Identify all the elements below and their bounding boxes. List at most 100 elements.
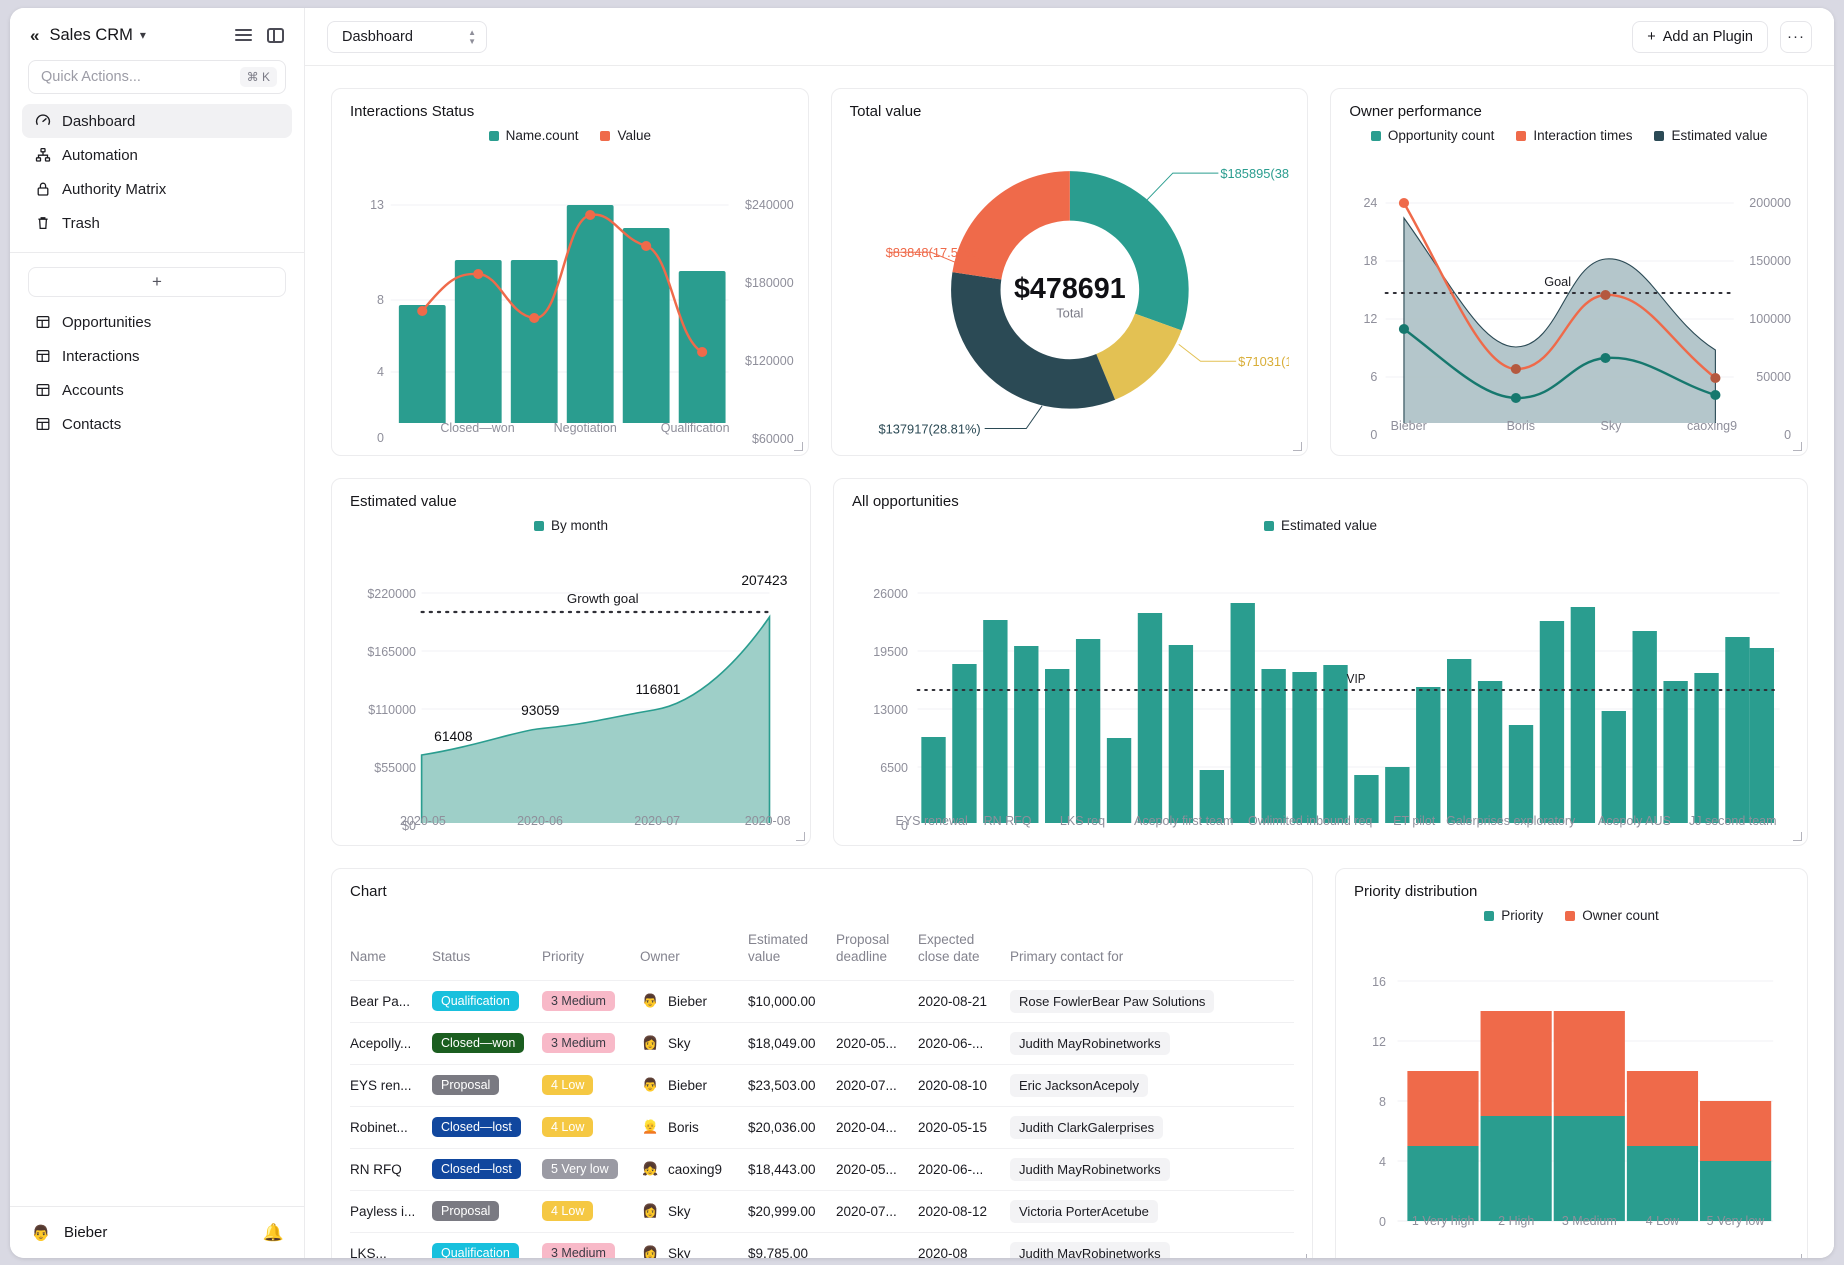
- column-header-estimated-value[interactable]: Estimated value: [748, 922, 836, 980]
- table-row[interactable]: RN RFQ Closed—lost 5 Very low 👧caoxing9 …: [350, 1148, 1294, 1190]
- sidebar-item-label: Automation: [62, 147, 138, 164]
- chevron-down-icon[interactable]: ▾: [140, 28, 146, 42]
- column-header-owner[interactable]: Owner: [640, 922, 748, 980]
- dashboard-row-3: Chart Name Status Priority Owner Estimat…: [331, 868, 1808, 1258]
- resize-handle[interactable]: [1293, 442, 1302, 451]
- sidebar-item-accounts[interactable]: Accounts: [22, 373, 292, 407]
- table-row[interactable]: LKS... Qualification 3 Medium 👩Sky $9,78…: [350, 1232, 1294, 1258]
- sidebar-item-automation[interactable]: Automation: [22, 138, 292, 172]
- resize-handle[interactable]: [796, 832, 805, 841]
- keyboard-shortcut-hint: ⌘ K: [240, 67, 277, 87]
- table-row[interactable]: Bear Pa... Qualification 3 Medium 👨Biebe…: [350, 980, 1294, 1022]
- legend-item[interactable]: By month: [534, 518, 608, 533]
- card-title: Interactions Status: [350, 103, 790, 120]
- chart-legend: Opportunity count Interaction times Esti…: [1349, 128, 1789, 143]
- cell-estimated-value: $20,036.00: [748, 1106, 836, 1148]
- panel-toggle-icon[interactable]: [264, 24, 286, 46]
- sidebar-item-contacts[interactable]: Contacts: [22, 407, 292, 441]
- column-header-proposal-deadline[interactable]: Proposal deadline: [836, 922, 918, 980]
- chart-legend: Priority Owner count: [1354, 908, 1789, 923]
- y-tick-label: $55000: [344, 761, 416, 775]
- quick-actions-search[interactable]: ⌘ K: [28, 60, 286, 94]
- legend-item[interactable]: Value: [600, 128, 651, 143]
- table-row[interactable]: Robinet... Closed—lost 4 Low 👱Boris $20,…: [350, 1106, 1294, 1148]
- card-owner-performance[interactable]: Owner performance Opportunity count Inte…: [1330, 88, 1808, 456]
- legend-item[interactable]: Opportunity count: [1371, 128, 1495, 143]
- chart-legend: Estimated value: [852, 518, 1789, 533]
- view-selector[interactable]: Dasbhoard ▲▼: [327, 21, 487, 53]
- resize-handle[interactable]: [1793, 1254, 1802, 1258]
- table-row[interactable]: Acepolly... Closed—won 3 Medium 👩Sky $18…: [350, 1022, 1294, 1064]
- dashboard-canvas: Interactions Status Name.count Value: [305, 66, 1834, 1258]
- bell-icon[interactable]: 🔔: [263, 1223, 284, 1243]
- card-title: Owner performance: [1349, 103, 1789, 120]
- resize-handle[interactable]: [1793, 832, 1802, 841]
- legend-item[interactable]: Estimated value: [1264, 518, 1377, 533]
- legend-item[interactable]: Name.count: [489, 128, 579, 143]
- status-badge: Closed—lost: [432, 1117, 521, 1137]
- chart-plot-area: 26000 19500 13000 6500 0: [852, 533, 1789, 818]
- table-row[interactable]: Payless i... Proposal 4 Low 👩Sky $20,999…: [350, 1190, 1294, 1232]
- table-scroll-region[interactable]: Name Status Priority Owner Estimated val…: [350, 922, 1294, 1258]
- sidebar-item-dashboard[interactable]: Dashboard: [22, 104, 292, 138]
- x-tick-label: 2 High: [1498, 1214, 1534, 1228]
- sidebar-item-trash[interactable]: Trash: [22, 206, 292, 240]
- sidebar-nav-primary: Dashboard Automation Authority Matrix Tr…: [10, 104, 304, 240]
- card-priority-distribution[interactable]: Priority distribution Priority Owner cou…: [1335, 868, 1808, 1258]
- growth-goal-label: Growth goal: [567, 591, 639, 606]
- column-header-name[interactable]: Name: [350, 922, 432, 980]
- status-badge: Qualification: [432, 991, 519, 1011]
- sidebar-item-interactions[interactable]: Interactions: [22, 339, 292, 373]
- legend-item[interactable]: Interaction times: [1516, 128, 1632, 143]
- legend-item[interactable]: Owner count: [1565, 908, 1659, 923]
- card-chart-table[interactable]: Chart Name Status Priority Owner Estimat…: [331, 868, 1313, 1258]
- stacked-bars: [1407, 1011, 1771, 1221]
- search-input[interactable]: [41, 69, 240, 85]
- resize-handle[interactable]: [1793, 442, 1802, 451]
- cell-name: EYS ren...: [350, 1064, 432, 1106]
- avatar: 👨: [30, 1222, 52, 1244]
- estimated-value-svg: Growth goal 61408 93059 116801 207423: [350, 533, 792, 823]
- y-tick-label: 24: [1349, 196, 1377, 210]
- card-all-opportunities[interactable]: All opportunities Estimated value 26000 …: [833, 478, 1808, 846]
- card-total-value[interactable]: Total value: [831, 88, 1309, 456]
- add-table-button[interactable]: +: [28, 267, 286, 297]
- column-header-priority[interactable]: Priority: [542, 922, 640, 980]
- x-tick-label: Acepoly first team: [1134, 814, 1233, 828]
- x-tick-label: ET pilot: [1393, 814, 1435, 828]
- add-plugin-label: Add an Plugin: [1663, 29, 1753, 45]
- hamburger-icon[interactable]: [232, 24, 254, 46]
- cell-estimated-value: $18,443.00: [748, 1148, 836, 1190]
- table-row[interactable]: EYS ren... Proposal 4 Low 👨Bieber $23,50…: [350, 1064, 1294, 1106]
- cell-owner: 👩Sky: [640, 1033, 738, 1054]
- donut-slice-label-yellow: $71031(14.84%): [1238, 354, 1289, 369]
- column-header-primary-contact[interactable]: Primary contact for: [1010, 922, 1294, 980]
- top-toolbar: Dasbhoard ▲▼ + Add an Plugin ···: [305, 8, 1834, 66]
- y2-tick-label: 50000: [1756, 370, 1791, 384]
- card-estimated-value[interactable]: Estimated value By month $220000 $165000…: [331, 478, 811, 846]
- y-tick-label: 12: [1354, 1035, 1386, 1049]
- donut-slice-label-navy: $137917(28.81%): [878, 422, 980, 437]
- sidebar-item-opportunities[interactable]: Opportunities: [22, 305, 292, 339]
- table-icon: [34, 348, 51, 365]
- card-interactions-status[interactable]: Interactions Status Name.count Value: [331, 88, 809, 456]
- add-plugin-button[interactable]: + Add an Plugin: [1632, 21, 1768, 53]
- legend-item[interactable]: Priority: [1484, 908, 1543, 923]
- chevrons-left-icon[interactable]: «: [30, 27, 39, 44]
- cell-estimated-value: $23,503.00: [748, 1064, 836, 1106]
- x-tick-label: JJ second team: [1689, 814, 1777, 828]
- legend-item[interactable]: Estimated value: [1654, 128, 1767, 143]
- resize-handle[interactable]: [794, 442, 803, 451]
- legend-label: Owner count: [1582, 908, 1659, 923]
- column-header-status[interactable]: Status: [432, 922, 542, 980]
- cell-expected-close-date: 2020-08-12: [918, 1190, 1010, 1232]
- x-tick-label: Owlimited inbound req: [1248, 814, 1372, 828]
- column-header-expected-close-date[interactable]: Expected close date: [918, 922, 1010, 980]
- goal-annotation-label: Goal: [1545, 275, 1572, 289]
- resize-handle[interactable]: [1298, 1254, 1307, 1258]
- cell-estimated-value: $20,999.00: [748, 1190, 836, 1232]
- owner-name: Bieber: [668, 994, 707, 1009]
- sidebar-item-label: Trash: [62, 215, 100, 232]
- more-options-button[interactable]: ···: [1780, 21, 1812, 53]
- sidebar-item-authority-matrix[interactable]: Authority Matrix: [22, 172, 292, 206]
